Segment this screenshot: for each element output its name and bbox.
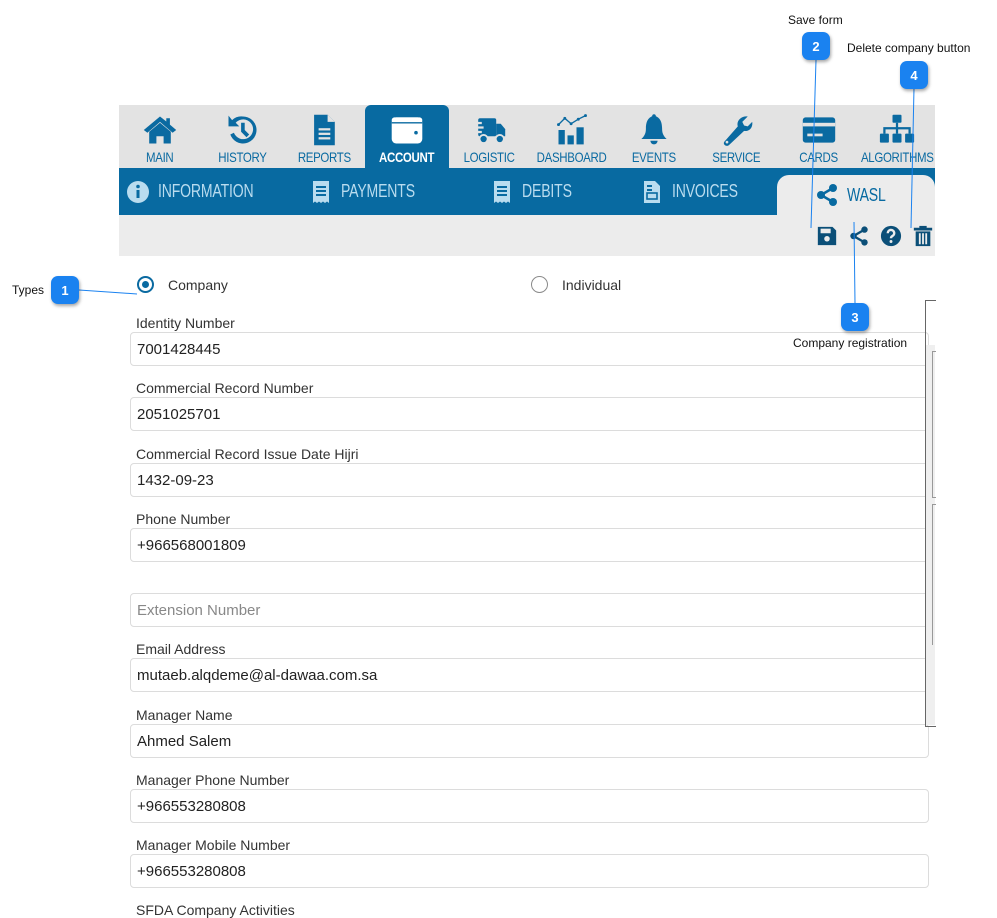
- callout-badge-2: 2: [802, 32, 830, 60]
- history-icon: [228, 115, 257, 144]
- nav-label: MAIN: [146, 149, 174, 165]
- email-address-label: Email Address: [136, 641, 226, 657]
- issue-date-hijri-label: Commercial Record Issue Date Hijri: [136, 446, 359, 462]
- document-icon: [314, 114, 335, 146]
- nav-label: EVENTS: [632, 149, 676, 165]
- callout-badge-1: 1: [51, 276, 79, 304]
- bell-icon: [641, 114, 667, 145]
- tab-information[interactable]: INFORMATION: [119, 168, 287, 215]
- action-toolbar: [119, 215, 935, 256]
- nav-item-history[interactable]: HISTORY: [201, 105, 283, 168]
- issue-date-hijri-input[interactable]: [130, 463, 929, 497]
- wallet-icon: [391, 117, 423, 144]
- credit-card-icon: [802, 117, 836, 143]
- share-icon: [850, 226, 868, 246]
- manager-phone-label: Manager Phone Number: [136, 772, 290, 788]
- nav-label: ALGORITHMS: [860, 149, 934, 165]
- nav-item-cards[interactable]: CARDS: [779, 105, 859, 168]
- sfda-activities-label: SFDA Company Activities: [136, 902, 295, 918]
- overlay-inner-box: [932, 504, 936, 645]
- nav-item-dashboard[interactable]: DASHBOARD: [529, 105, 615, 168]
- wrench-icon: [723, 116, 753, 146]
- identity-number-label: Identity Number: [136, 315, 235, 331]
- truck-icon: [472, 118, 506, 144]
- radio-label: Company: [168, 276, 228, 293]
- manager-name-input[interactable]: [130, 724, 929, 758]
- email-address-input[interactable]: [130, 658, 929, 692]
- share-button[interactable]: [847, 224, 871, 248]
- nav-label: LOGISTIC: [463, 149, 515, 165]
- manager-mobile-input[interactable]: [130, 854, 929, 888]
- nav-label: SERVICE: [712, 149, 760, 165]
- tab-invoices[interactable]: INVOICES: [619, 168, 777, 215]
- info-icon: [126, 180, 149, 203]
- trash-icon: [913, 225, 933, 247]
- save-icon: [817, 226, 837, 246]
- extension-number-input[interactable]: [130, 593, 929, 627]
- commercial-record-number-label: Commercial Record Number: [136, 380, 314, 396]
- nav-label: DASHBOARD: [537, 149, 607, 165]
- nav-item-logistic[interactable]: LOGISTIC: [449, 105, 529, 168]
- nav-label: CARDS: [799, 149, 839, 165]
- help-icon: [880, 225, 902, 247]
- tab-wasl[interactable]: WASL: [777, 175, 935, 215]
- nav-item-algorithms[interactable]: ALGORITHMS: [859, 105, 935, 168]
- manager-phone-input[interactable]: [130, 789, 929, 823]
- callout-label-company-registration: Company registration: [793, 336, 908, 350]
- callout-badge-4: 4: [900, 61, 928, 89]
- callout-label-save-form: Save form: [788, 13, 843, 27]
- nav-label: ACCOUNT: [379, 149, 435, 165]
- top-nav: MAIN HISTORY REPORTS ACCOUNT LOGISTIC DA…: [119, 105, 935, 168]
- phone-number-input[interactable]: [130, 528, 929, 562]
- radio-unchecked-icon: [531, 276, 548, 293]
- callout-label-delete-company: Delete company button: [847, 41, 971, 55]
- delete-button[interactable]: [911, 224, 935, 248]
- nav-item-main[interactable]: MAIN: [119, 105, 201, 168]
- manager-mobile-label: Manager Mobile Number: [136, 837, 291, 853]
- nav-label: HISTORY: [217, 149, 267, 165]
- sub-nav: INFORMATION PAYMENTS DEBITS INVOICES WAS…: [119, 168, 935, 215]
- overlay-inner-box: [932, 351, 936, 498]
- radio-company[interactable]: Company: [137, 276, 228, 293]
- invoice-icon: [643, 180, 660, 203]
- tab-debits[interactable]: DEBITS: [457, 168, 619, 215]
- radio-label: Individual: [562, 276, 622, 293]
- receipt-icon: [312, 180, 329, 203]
- nav-item-account[interactable]: ACCOUNT: [365, 105, 449, 168]
- tab-payments[interactable]: PAYMENTS: [287, 168, 457, 215]
- radio-checked-icon: [137, 276, 154, 293]
- receipt-icon: [494, 180, 511, 203]
- home-icon: [143, 116, 177, 144]
- chart-icon: [557, 114, 587, 145]
- phone-number-label: Phone Number: [136, 511, 231, 527]
- tab-label: INFORMATION: [157, 181, 254, 201]
- manager-name-label: Manager Name: [136, 707, 233, 723]
- tab-label: INVOICES: [671, 181, 738, 201]
- nav-item-reports[interactable]: REPORTS: [283, 105, 365, 168]
- share-icon: [817, 184, 838, 206]
- nav-item-events[interactable]: EVENTS: [615, 105, 693, 168]
- nav-label: REPORTS: [297, 149, 351, 165]
- callout-badge-3: 3: [841, 303, 869, 331]
- sitemap-icon: [879, 114, 915, 143]
- radio-individual[interactable]: Individual: [531, 276, 621, 293]
- callout-label-types: Types: [12, 283, 45, 297]
- nav-item-service[interactable]: SERVICE: [693, 105, 779, 168]
- tab-label: DEBITS: [522, 181, 572, 201]
- save-button[interactable]: [815, 224, 839, 248]
- tab-label: PAYMENTS: [340, 181, 415, 201]
- tab-label: WASL: [847, 184, 886, 205]
- commercial-record-number-input[interactable]: [130, 397, 929, 431]
- help-button[interactable]: [879, 224, 903, 248]
